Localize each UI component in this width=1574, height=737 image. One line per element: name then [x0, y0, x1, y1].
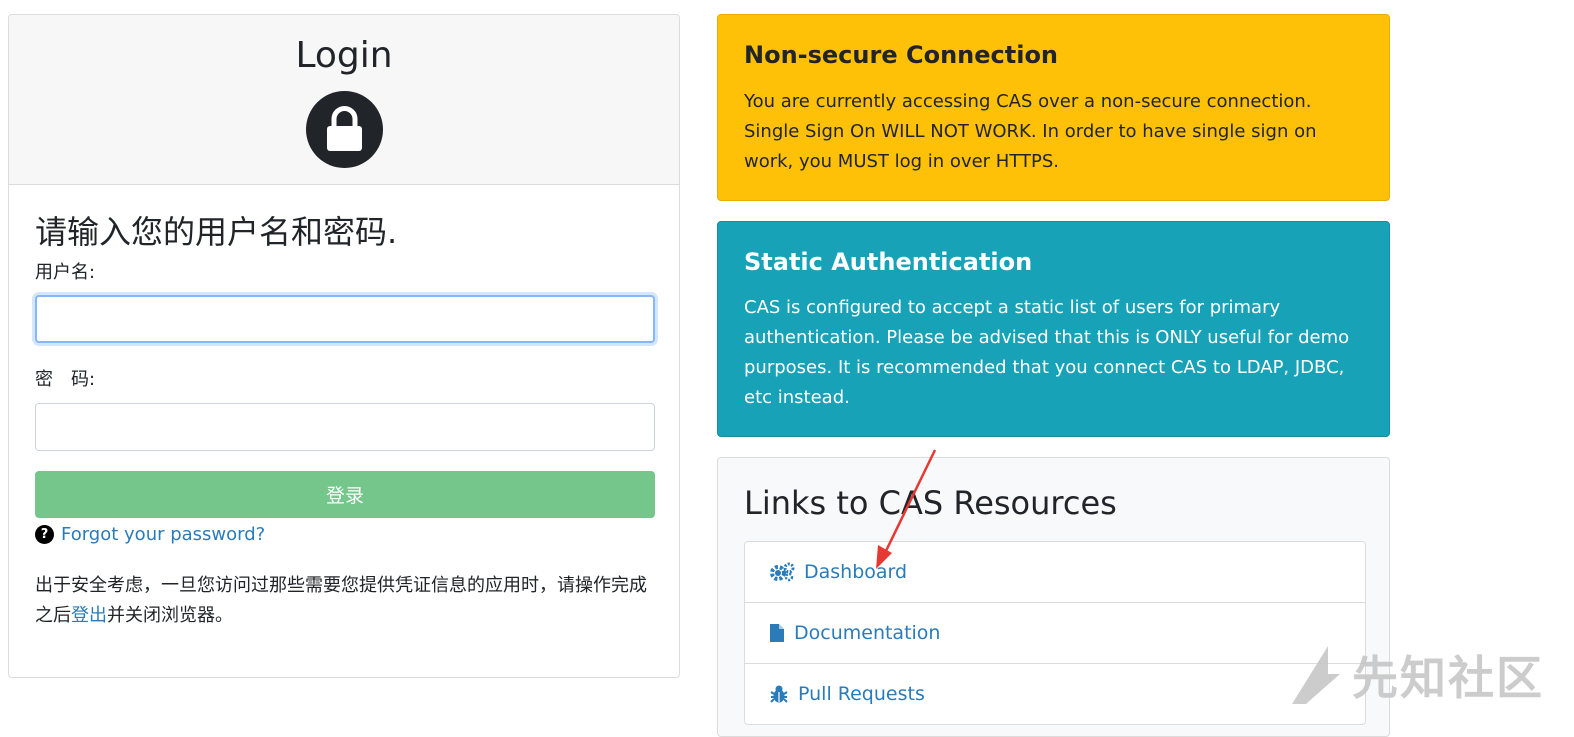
gears-icon: [769, 562, 795, 582]
pull-requests-link[interactable]: Pull Requests: [745, 664, 1365, 724]
login-header: Login: [9, 15, 679, 185]
logout-link[interactable]: 登出: [71, 605, 107, 626]
static-authentication-notice: Static Authentication CAS is configured …: [717, 221, 1390, 437]
documentation-link[interactable]: Documentation: [745, 603, 1365, 664]
cas-resources-list: Dashboard Documentation Pull Requests: [744, 541, 1366, 725]
login-heading: 请输入您的用户名和密码.: [35, 213, 398, 251]
annotation-arrow: [876, 449, 937, 569]
question-circle-icon: ?: [35, 525, 54, 544]
login-form: 请输入您的用户名和密码. 用户名: 密 码: 登录 ? Forgot your …: [35, 210, 655, 631]
bug-icon: [769, 684, 789, 704]
static-auth-title: Static Authentication: [744, 248, 1033, 276]
password-label: 密 码:: [35, 369, 96, 390]
pull-requests-link-label: Pull Requests: [798, 683, 925, 705]
password-input[interactable]: [35, 403, 655, 451]
forgot-password-link[interactable]: Forgot your password?: [61, 524, 265, 545]
static-auth-body: CAS is configured to accept a static lis…: [744, 297, 1350, 408]
watermark-text: 先知社区: [1352, 651, 1544, 705]
login-card: Login 请输入您的用户名和密码. 用户名: 密 码: 登录 ? Forgot…: [8, 14, 680, 678]
security-note-text-end: 并关闭浏览器。: [107, 605, 233, 626]
nonsecure-title: Non-secure Connection: [744, 41, 1059, 69]
login-button[interactable]: 登录: [35, 471, 655, 518]
forgot-password-row: ? Forgot your password?: [35, 524, 655, 545]
watermark-logo-icon: [1292, 646, 1340, 704]
nonsecure-body: You are currently accessing CAS over a n…: [744, 91, 1317, 172]
file-icon: [769, 623, 785, 643]
nonsecure-connection-notice: Non-secure Connection You are currently …: [717, 14, 1390, 201]
documentation-link-label: Documentation: [794, 622, 941, 644]
lock-icon: [306, 91, 383, 168]
security-note: 出于安全考虑，一旦您访问过那些需要您提供凭证信息的应用时，请操作完成之后登出并关…: [35, 571, 655, 631]
username-input[interactable]: [35, 295, 655, 343]
dashboard-link[interactable]: Dashboard: [745, 542, 1365, 603]
login-title: Login: [295, 35, 393, 76]
username-label: 用户名:: [35, 262, 96, 283]
watermark: 先知社区: [1288, 642, 1544, 708]
